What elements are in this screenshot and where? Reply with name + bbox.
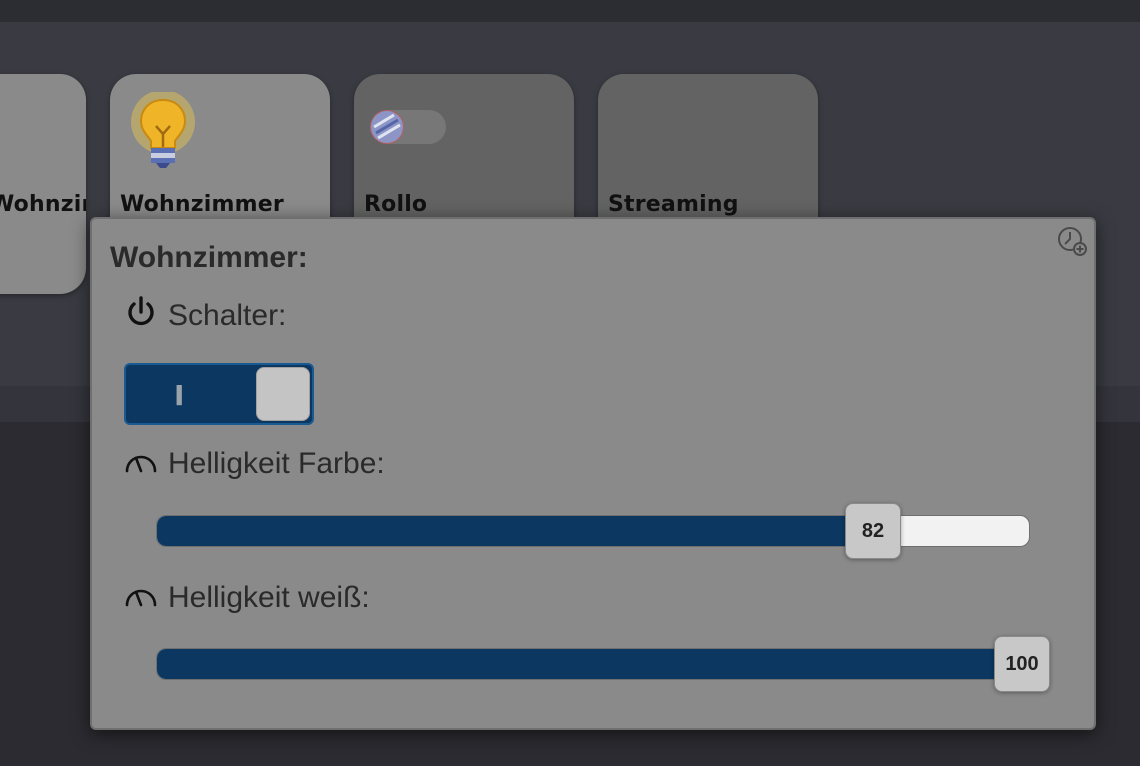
color-brightness-label: Helligkeit Farbe: — [168, 447, 385, 480]
white-brightness-slider[interactable] — [156, 648, 1030, 680]
gauge-icon — [124, 581, 168, 615]
switch-knob[interactable] — [256, 367, 310, 421]
tile-label: Wohnzimmer — [0, 192, 86, 217]
wohnzimmer-dialog: Wohnzimmer: Schalter: I Helligkeit Farbe… — [90, 217, 1096, 730]
power-switch[interactable]: I — [124, 363, 314, 425]
color-brightness-row-label: Helligkeit Farbe: — [124, 447, 385, 481]
tile-label: Wohnzimmer — [120, 192, 284, 217]
slider-value: 100 — [1005, 652, 1039, 675]
slider-fill — [157, 649, 1029, 679]
white-brightness-label: Helligkeit weiß: — [168, 581, 370, 614]
tile-label: Streaming — [608, 192, 739, 217]
slider-value: 82 — [861, 519, 885, 542]
app-stage: Wohnzimmer Wohnzimmer — [0, 0, 1140, 766]
color-brightness-handle[interactable]: 82 — [845, 503, 901, 559]
switch-label: Schalter: — [168, 299, 287, 332]
slider-fill — [157, 516, 874, 546]
switch-state-text: I — [174, 379, 185, 412]
switch-row-label: Schalter: — [124, 295, 286, 337]
power-icon — [124, 295, 168, 337]
tile-partial[interactable]: Wohnzimmer — [0, 74, 86, 294]
gauge-icon — [124, 447, 168, 481]
white-brightness-handle[interactable]: 100 — [994, 636, 1050, 692]
dialog-title: Wohnzimmer: — [110, 241, 308, 274]
top-bar — [0, 0, 1140, 22]
tile-label: Rollo — [364, 192, 428, 217]
white-brightness-row-label: Helligkeit weiß: — [124, 581, 370, 615]
